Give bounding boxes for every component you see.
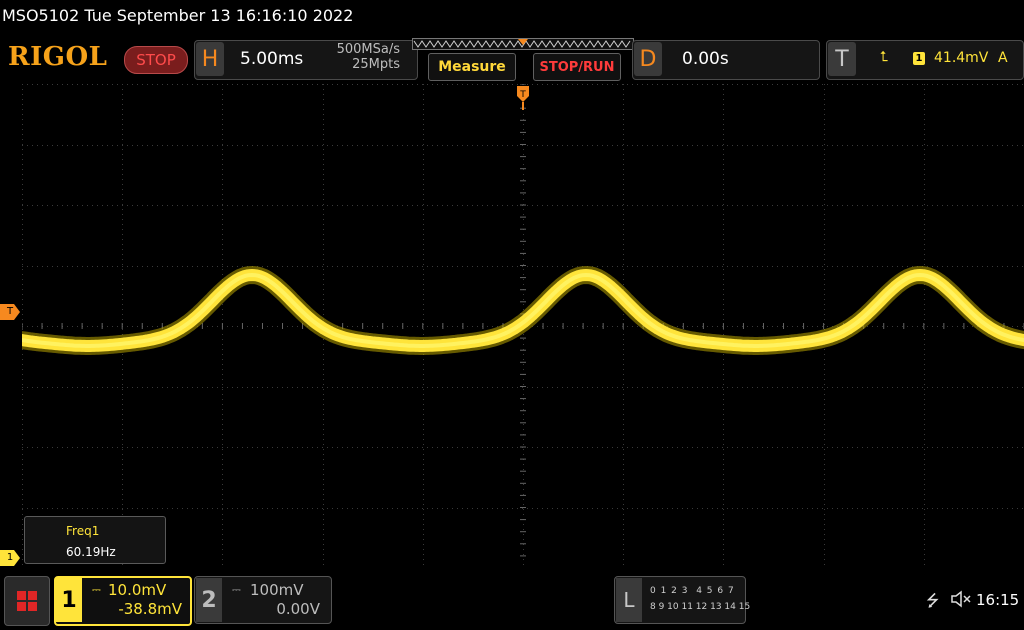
- svg-text:T: T: [519, 90, 526, 100]
- timebase-value: 5.00ms: [240, 49, 304, 69]
- memory-position-ruler: [412, 38, 634, 50]
- channel1-offset: -38.8mV: [118, 600, 182, 618]
- delay-value: 0.00s: [682, 49, 729, 69]
- channel2-offset: 0.00V: [276, 600, 320, 618]
- window-title: MSO5102 Tue September 13 16:16:10 2022: [2, 6, 354, 25]
- delay-label: D: [634, 42, 662, 76]
- rigol-logo: RIGOL: [8, 42, 108, 72]
- trigger-position-marker: T: [517, 86, 529, 110]
- trigger-mode: A: [998, 50, 1008, 66]
- logic-channels-row2: 8 9 10 11 12 13 14 15: [650, 602, 751, 612]
- run-state-badge[interactable]: STOP: [124, 46, 188, 74]
- usb-icon: ⭍: [926, 591, 940, 610]
- menu-grid-icon: [16, 590, 38, 612]
- trigger-source-badge: 1: [913, 52, 925, 65]
- measure-button[interactable]: Measure: [428, 53, 516, 81]
- dc-coupling-icon: ⎓: [92, 583, 101, 596]
- stop-run-button[interactable]: STOP/RUN: [533, 53, 621, 81]
- clock: 16:15: [976, 591, 1020, 609]
- logic-analyzer-label: L: [616, 578, 642, 622]
- trigger-level-marker[interactable]: T: [0, 304, 20, 320]
- speaker-mute-icon[interactable]: [950, 590, 972, 608]
- horizontal-label: H: [196, 42, 224, 76]
- main-menu-button[interactable]: [4, 576, 50, 626]
- trigger-level: 41.4mV: [934, 50, 989, 66]
- trigger-label: T: [828, 42, 856, 76]
- memory-depth: 25Mpts: [352, 57, 400, 72]
- measurement-name: Freq1: [66, 524, 100, 538]
- channel1-scale: 10.0mV: [108, 581, 167, 599]
- ch1-ground-marker[interactable]: 1: [0, 550, 20, 566]
- measurement-value: 60.19Hz: [66, 545, 116, 559]
- channel1-label: 1: [56, 578, 82, 622]
- rising-edge-icon: ⮤: [880, 49, 889, 65]
- dc-coupling-icon: ⎓: [232, 583, 241, 596]
- sample-rate: 500MSa/s: [336, 42, 400, 57]
- channel2-label: 2: [196, 578, 222, 622]
- logic-channels-row1: 0 1 2 3 4 5 6 7: [650, 586, 735, 596]
- channel2-scale: 100mV: [250, 581, 304, 599]
- waveform-display[interactable]: [22, 84, 1024, 568]
